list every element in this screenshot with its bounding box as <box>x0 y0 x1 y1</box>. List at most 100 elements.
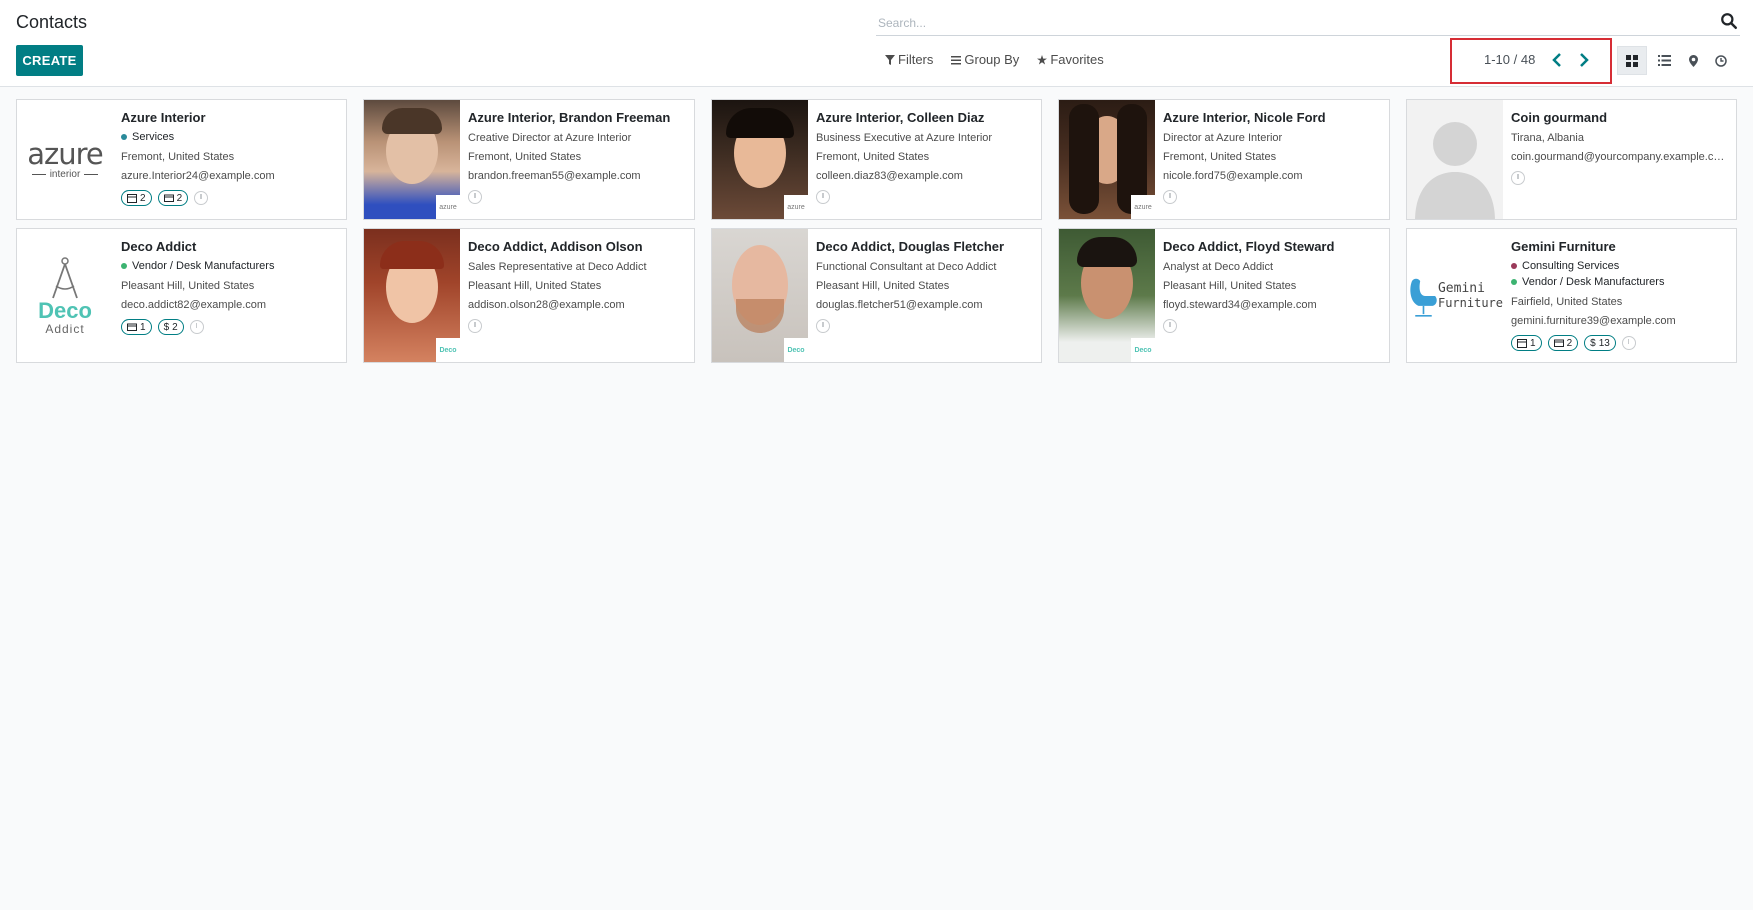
company-badge-icon: Deco <box>784 338 808 362</box>
pager-previous-button[interactable] <box>1548 50 1566 70</box>
contact-photo: azure <box>1059 100 1155 219</box>
favorites-label: Favorites <box>1050 52 1104 67</box>
kanban-card[interactable]: Deco Deco Addict, Floyd Steward Analyst … <box>1058 228 1390 363</box>
kanban-card[interactable]: Gemini Furniture Gemini Furniture Consul… <box>1406 228 1737 363</box>
kanban-card[interactable]: azure Azure Interior, Colleen Diaz Busin… <box>711 99 1042 220</box>
contact-function: Creative Director at Azure Interior <box>468 132 632 144</box>
map-view-button[interactable] <box>1678 46 1708 75</box>
deco-logo-text: Deco <box>38 297 92 323</box>
contact-email: floyd.steward34@example.com <box>1163 299 1317 311</box>
activity-clock-icon[interactable] <box>816 190 830 204</box>
calendar-icon <box>1517 339 1527 348</box>
activity-clock-icon[interactable] <box>816 319 830 333</box>
credit-card-icon <box>127 323 137 331</box>
search-input[interactable] <box>878 13 1698 33</box>
activity-view-button[interactable] <box>1706 46 1736 75</box>
placeholder-avatar <box>1407 100 1503 219</box>
kanban-view-button[interactable] <box>1617 46 1647 75</box>
invoices-badge[interactable]: 2 <box>1547 335 1579 351</box>
meetings-badge[interactable]: 1 <box>1511 335 1542 351</box>
contact-photo: azure <box>364 100 460 219</box>
contact-location: Tirana, Albania <box>1511 132 1584 144</box>
activity-clock-icon[interactable] <box>1511 171 1525 185</box>
calendar-icon <box>127 194 137 203</box>
azure-logo-text: azure <box>27 137 104 171</box>
kanban-card[interactable]: Deco Addict Deco Addict Vendor / Desk Ma… <box>16 228 347 363</box>
contact-name: Azure Interior, Brandon Freeman <box>468 110 671 125</box>
contact-email: addison.olson28@example.com <box>468 299 625 311</box>
card-body: Azure Interior, Colleen Diaz Business Ex… <box>808 100 1041 219</box>
kanban-card[interactable]: azure interior Azure Interior Services F… <box>16 99 347 220</box>
activity-clock-icon[interactable] <box>1163 319 1177 333</box>
contact-location: Fairfield, United States <box>1511 296 1623 308</box>
meetings-badge[interactable]: 2 <box>121 190 152 206</box>
kanban-card[interactable]: azure Azure Interior, Brandon Freeman Cr… <box>363 99 695 220</box>
credit-card-icon <box>163 194 174 202</box>
group-by-label: Group By <box>964 52 1020 67</box>
contact-location: Fremont, United States <box>468 151 582 163</box>
contact-location: Fremont, United States <box>121 151 235 163</box>
contact-photo: Deco <box>1059 229 1155 362</box>
activity-clock-icon[interactable] <box>468 190 482 204</box>
kanban-card[interactable]: Deco Deco Addict, Douglas Fletcher Funct… <box>711 228 1042 363</box>
person-placeholder-icon <box>1415 122 1495 219</box>
clock-icon <box>1715 54 1727 67</box>
invoices-badge[interactable]: 1 <box>121 319 152 335</box>
contact-email: colleen.diaz83@example.com <box>816 170 963 182</box>
contact-email: brandon.freeman55@example.com <box>468 170 641 182</box>
contact-location: Fremont, United States <box>1163 151 1277 163</box>
filters-label: Filters <box>898 52 934 67</box>
gemini-logo-text: Gemini <box>1437 280 1485 296</box>
contact-location: Fremont, United States <box>816 151 930 163</box>
category-tag: Vendor / Desk Manufacturers <box>1511 274 1728 290</box>
contact-function: Analyst at Deco Addict <box>1163 261 1274 273</box>
bars-icon <box>951 55 962 64</box>
contact-name: Deco Addict, Addison Olson <box>468 239 643 254</box>
create-button[interactable]: CREATE <box>16 45 83 76</box>
contact-email: nicole.ford75@example.com <box>1163 170 1303 182</box>
kanban-card[interactable]: Coin gourmand Tirana, Albania coin.gourm… <box>1406 99 1737 220</box>
contact-name: Deco Addict <box>121 239 197 254</box>
sales-badge[interactable]: $13 <box>1584 335 1616 351</box>
contact-email: douglas.fletcher51@example.com <box>816 299 983 311</box>
contact-function: Sales Representative at Deco Addict <box>468 261 647 273</box>
azure-logo-sub: interior <box>49 169 81 180</box>
group-by-button[interactable]: Group By <box>951 52 1019 67</box>
company-badge-icon: azure <box>436 195 460 219</box>
filters-button[interactable]: Filters <box>885 52 933 67</box>
search-box <box>876 9 1740 36</box>
sales-badge[interactable]: $2 <box>157 319 184 335</box>
kanban-card[interactable]: Deco Deco Addict, Addison Olson Sales Re… <box>363 228 695 363</box>
activity-clock-icon[interactable] <box>1621 336 1636 350</box>
category-tag: Consulting Services <box>1511 258 1728 274</box>
company-logo: azure interior <box>17 100 113 219</box>
activity-clock-icon[interactable] <box>1163 190 1177 204</box>
kanban-card[interactable]: azure Azure Interior, Nicole Ford Direct… <box>1058 99 1390 220</box>
page-title: Contacts <box>16 12 88 32</box>
activity-clock-icon[interactable] <box>189 320 204 334</box>
contact-name: Deco Addict, Floyd Steward <box>1163 239 1335 254</box>
company-badge-icon: Deco <box>436 338 460 362</box>
filter-icon <box>885 54 895 65</box>
invoices-badge[interactable]: 2 <box>157 190 189 206</box>
contact-location: Pleasant Hill, United States <box>1163 280 1297 292</box>
company-badge-icon: Deco <box>1131 338 1155 362</box>
pager-next-button[interactable] <box>1575 50 1593 70</box>
search-icon[interactable] <box>1720 12 1738 30</box>
activity-clock-icon[interactable] <box>194 191 209 205</box>
kanban-icon <box>1626 54 1638 67</box>
star-icon <box>1037 54 1048 64</box>
activity-clock-icon[interactable] <box>468 319 482 333</box>
favorites-button[interactable]: Favorites <box>1037 52 1104 67</box>
company-badge-icon: azure <box>784 195 808 219</box>
list-icon <box>1657 55 1671 66</box>
chevron-right-icon <box>1580 53 1589 67</box>
category-tag: Vendor / Desk Manufacturers <box>121 258 338 274</box>
deco-logo-sub: Addict <box>45 321 85 336</box>
contact-photo: Deco <box>364 229 460 362</box>
pager-value[interactable]: 1-10 / 48 <box>1484 52 1535 67</box>
list-view-button[interactable] <box>1649 46 1679 75</box>
map-marker-icon <box>1688 54 1698 67</box>
contact-name: Azure Interior, Nicole Ford <box>1163 110 1326 125</box>
contact-name: Gemini Furniture <box>1511 239 1616 254</box>
